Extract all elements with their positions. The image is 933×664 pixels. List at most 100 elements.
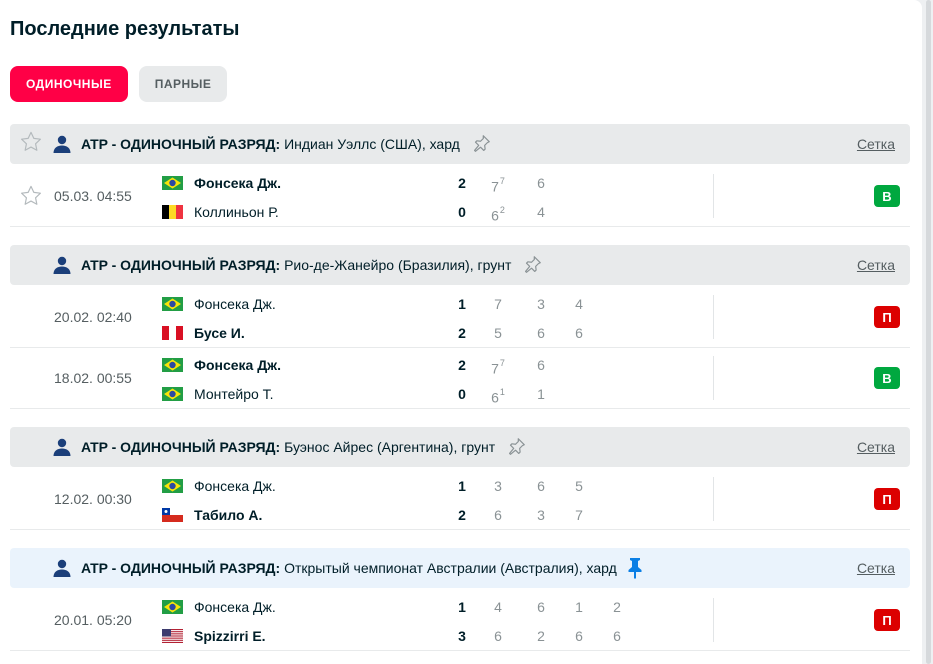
- match-time: 20.01. 05:20: [54, 612, 132, 628]
- scrollbar-thumb[interactable]: [926, 0, 931, 664]
- set-games: 6: [537, 478, 545, 494]
- divider: [713, 598, 714, 642]
- set-score: 2: [605, 598, 629, 616]
- set-games: 6: [494, 507, 502, 523]
- player: Фонсека Дж.: [162, 295, 276, 313]
- player: Фонсека Дж.: [162, 356, 281, 374]
- set-score: 6: [567, 324, 591, 342]
- player: Монтейро Т.: [162, 385, 274, 403]
- league-star-slot[interactable]: [10, 131, 52, 157]
- set-games: 4: [494, 599, 502, 615]
- set-score: 6: [567, 627, 591, 645]
- set-score: 2: [529, 627, 553, 645]
- set-games: 6: [575, 628, 583, 644]
- league-name[interactable]: ATP - ОДИНОЧНЫЙ РАЗРЯД: Рио-де-Жанейро (…: [81, 257, 511, 273]
- total-score: 2: [458, 507, 466, 523]
- player: Фонсека Дж.: [162, 477, 276, 495]
- player-name: Коллиньон Р.: [194, 204, 279, 220]
- set-score: 1: [529, 385, 553, 403]
- player: Spizzirri E.: [162, 627, 266, 645]
- league-header: ATP - ОДИНОЧНЫЙ РАЗРЯД: Рио-де-Жанейро (…: [10, 245, 910, 285]
- brazil-flag: [162, 297, 183, 311]
- pin-active-icon[interactable]: [627, 557, 643, 579]
- player-name: Фонсека Дж.: [194, 357, 282, 373]
- player-name: Фонсека Дж.: [194, 599, 276, 615]
- draw-link[interactable]: Сетка: [857, 136, 895, 152]
- person-icon: [52, 135, 72, 153]
- set-games: 6: [537, 599, 545, 615]
- set-score: 7: [567, 506, 591, 524]
- total-score: 3: [458, 628, 466, 644]
- result-badge: В: [874, 367, 900, 389]
- tab-singles[interactable]: ОДИНОЧНЫЕ: [10, 66, 128, 102]
- match-time: 18.02. 00:55: [54, 370, 132, 386]
- favorite-star-icon[interactable]: [20, 185, 42, 211]
- set-games: 1: [575, 599, 583, 615]
- match-time: 05.03. 04:55: [54, 188, 132, 204]
- set-score: 77: [486, 174, 510, 195]
- match-row[interactable]: 20.02. 02:40 Фонсека Дж. 1 7 3 4 Бусе И. 2 5 6 6 П: [10, 287, 910, 348]
- set-games: 1: [537, 386, 545, 402]
- set-score: 4: [529, 203, 553, 221]
- result-badge: В: [874, 185, 900, 207]
- player-name: Монтейро Т.: [194, 386, 274, 402]
- draw-link[interactable]: Сетка: [857, 560, 895, 576]
- person-icon: [52, 438, 72, 456]
- divider: [713, 174, 714, 218]
- set-games: 7: [494, 296, 502, 312]
- set-score: 61: [486, 385, 510, 406]
- total-score: 1: [458, 478, 466, 494]
- pin-icon[interactable]: [505, 436, 527, 458]
- pin-icon[interactable]: [521, 254, 543, 276]
- player: Фонсека Дж.: [162, 174, 281, 192]
- tab-bar: ОДИНОЧНЫЕ ПАРНЫЕ: [10, 66, 228, 102]
- match-row[interactable]: 12.02. 00:30 Фонсека Дж. 1 3 6 5 Табило А. 2 6 3 7…: [10, 469, 910, 530]
- result-badge: П: [874, 609, 900, 631]
- chile-flag: [162, 508, 183, 522]
- set-score: 6: [529, 598, 553, 616]
- set-score: 7: [486, 295, 510, 313]
- belgium-flag: [162, 205, 183, 219]
- set-games: 5: [575, 478, 583, 494]
- league-header: ATP - ОДИНОЧНЫЙ РАЗРЯД: Индиан Уэллс (СШ…: [10, 124, 910, 164]
- match-row[interactable]: 18.02. 00:55 Фонсека Дж. 2 77 6 Монтейро Т. 0 6…: [10, 348, 910, 409]
- divider: [713, 356, 714, 400]
- league-name[interactable]: ATP - ОДИНОЧНЫЙ РАЗРЯД: Буэнос Айрес (Ар…: [81, 439, 495, 455]
- match-row[interactable]: 05.03. 04:55 Фонсека Дж. 2 77 6 Коллиньон Р. 0…: [10, 166, 910, 227]
- set-games: 6: [613, 628, 621, 644]
- league-category: ATP - ОДИНОЧНЫЙ РАЗРЯД:: [81, 136, 281, 152]
- tab-doubles[interactable]: ПАРНЫЕ: [138, 66, 228, 102]
- total-score: 0: [458, 204, 466, 220]
- league-tournament: Рио-де-Жанейро (Бразилия), грунт: [284, 257, 512, 273]
- set-score: 5: [486, 324, 510, 342]
- set-score: 6: [605, 627, 629, 645]
- league-category: ATP - ОДИНОЧНЫЙ РАЗРЯД:: [81, 257, 281, 273]
- player: Коллиньон Р.: [162, 203, 279, 221]
- page-title: Последние результаты: [10, 18, 240, 40]
- peru-flag: [162, 326, 183, 340]
- set-games: 5: [494, 325, 502, 341]
- set-score: 4: [486, 598, 510, 616]
- brazil-flag: [162, 600, 183, 614]
- set-score: 6: [529, 477, 553, 495]
- league-name[interactable]: ATP - ОДИНОЧНЫЙ РАЗРЯД: Открытый чемпион…: [81, 560, 617, 576]
- set-score: 4: [567, 295, 591, 313]
- total-score: 2: [458, 357, 466, 373]
- scrollbar[interactable]: [925, 0, 933, 664]
- pin-icon[interactable]: [470, 133, 492, 155]
- draw-link[interactable]: Сетка: [857, 439, 895, 455]
- total-score: 1: [458, 296, 466, 312]
- match-row[interactable]: 20.01. 05:20 Фонсека Дж. 1 4 6 1 2 Spizzirri E.…: [10, 590, 910, 651]
- set-score: 6: [486, 627, 510, 645]
- set-games: 7: [491, 178, 499, 195]
- favorite-star-icon[interactable]: [20, 131, 42, 157]
- set-games: 6: [494, 628, 502, 644]
- draw-link[interactable]: Сетка: [857, 257, 895, 273]
- league-category: ATP - ОДИНОЧНЫЙ РАЗРЯД:: [81, 560, 281, 576]
- tiebreak-score: 2: [499, 205, 505, 215]
- total-score: 0: [458, 386, 466, 402]
- player-name: Бусе И.: [194, 325, 245, 341]
- league-name[interactable]: ATP - ОДИНОЧНЫЙ РАЗРЯД: Индиан Уэллс (СШ…: [81, 136, 460, 152]
- set-score: 77: [486, 356, 510, 377]
- set-score: 6: [486, 506, 510, 524]
